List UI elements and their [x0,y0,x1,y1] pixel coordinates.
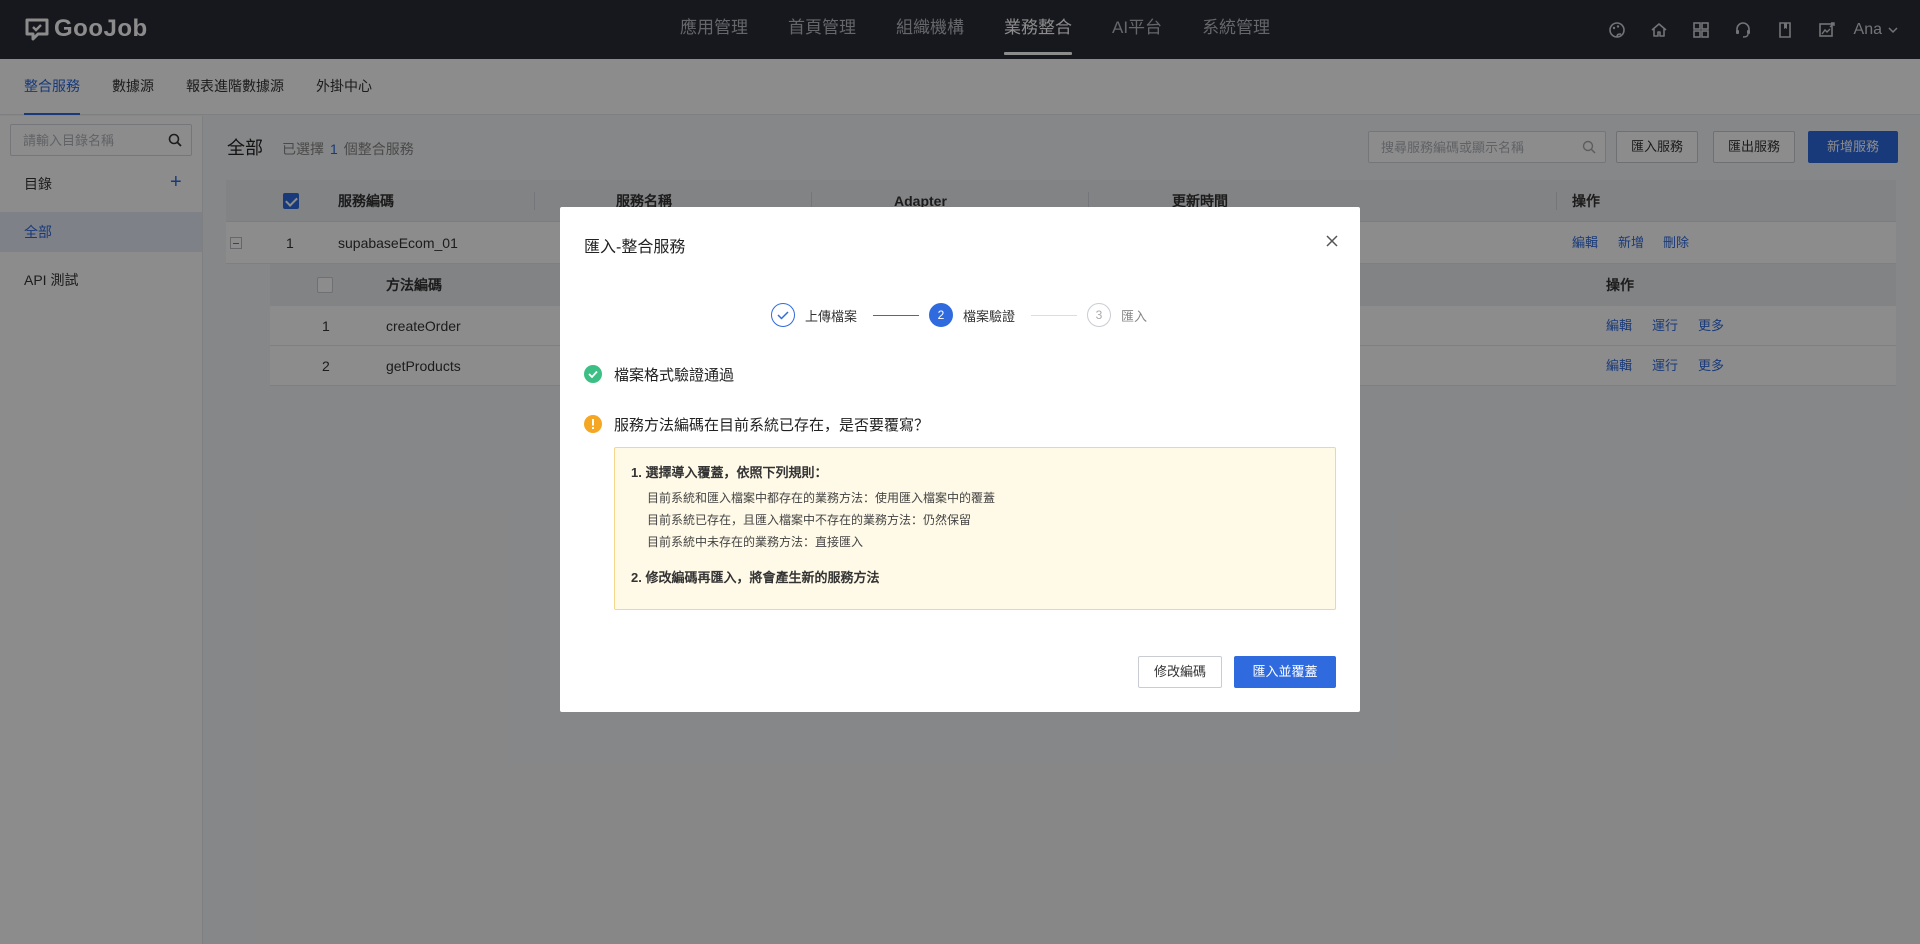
close-icon[interactable] [1324,233,1340,249]
step-connector [1031,315,1077,316]
modify-code-button[interactable]: 修改編碼 [1138,656,1223,688]
dialog-title: 匯入-整合服務 [584,239,686,256]
validation-success-message: 檔案格式驗證通過 [584,362,734,386]
validation-success-text: 檔案格式驗證通過 [614,366,735,384]
import-service-dialog: 匯入-整合服務 上傳檔案 2 檔案驗證 3 匯入 檔案格式驗證通過 服務方法編碼… [560,207,1360,712]
rule-item: 目前系統已存在，且匯入檔案中不存在的業務方法：仍然保留 [647,513,972,527]
step-done-check-icon [771,303,795,327]
step-import-label: 匯入 [1121,309,1148,324]
step-pending-number: 3 [1087,303,1111,327]
step-connector [873,315,919,316]
overwrite-warning-text: 服務方法編碼在目前系統已存在，是否要覆寫？ [614,416,930,434]
rule-heading-2: 2. 修改編碼再匯入，將會產生新的服務方法 [631,570,880,585]
import-steps: 上傳檔案 2 檔案驗證 3 匯入 [771,302,1171,328]
step-validate-label: 檔案驗證 [963,309,1016,324]
success-check-icon [584,365,602,383]
rule-item: 目前系統中未存在的業務方法：直接匯入 [647,535,864,549]
warning-icon [584,415,602,433]
overwrite-rules-note: 1. 選擇導入覆蓋，依照下列規則： 目前系統和匯入檔案中都存在的業務方法：使用匯… [614,447,1336,610]
rule-item: 目前系統和匯入檔案中都存在的業務方法：使用匯入檔案中的覆蓋 [647,491,996,505]
import-overwrite-button[interactable]: 匯入並覆蓋 [1234,656,1336,688]
step-active-number: 2 [929,303,953,327]
rule-heading-1: 1. 選擇導入覆蓋，依照下列規則： [631,465,828,480]
overwrite-warning-message: 服務方法編碼在目前系統已存在，是否要覆寫？ [584,412,929,436]
step-upload-label: 上傳檔案 [805,309,858,324]
